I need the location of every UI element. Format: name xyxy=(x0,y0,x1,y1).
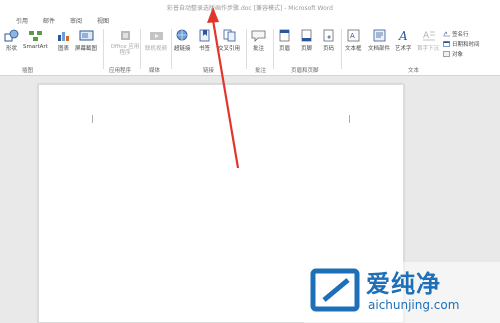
drop-cap-button[interactable]: A 首字下沉 xyxy=(417,29,439,52)
calendar-icon xyxy=(443,41,450,47)
cross-reference-button[interactable]: 交叉引用 xyxy=(218,29,240,52)
screenshot-label: 屏幕截图 xyxy=(75,46,98,52)
watermark-logo-icon xyxy=(310,268,360,312)
group-separator xyxy=(273,29,274,69)
tab-references[interactable]: 引用 xyxy=(16,16,28,25)
svg-text:A: A xyxy=(423,31,430,41)
cross-reference-label: 交叉引用 xyxy=(218,46,241,52)
footer-label: 页脚 xyxy=(300,46,312,52)
wordart-label: 艺术字 xyxy=(395,46,412,52)
screenshot-button[interactable]: 屏幕截图 xyxy=(75,29,97,52)
textbox-icon: A xyxy=(347,29,360,42)
group-separator xyxy=(246,29,247,69)
document-parts-button[interactable]: 文档部件 xyxy=(368,29,390,52)
group-separator xyxy=(140,29,141,69)
document-parts-label: 文档部件 xyxy=(368,46,391,52)
office-apps-icon xyxy=(120,31,130,40)
header-label: 页眉 xyxy=(278,46,290,52)
signature-line-button[interactable]: 签名行 xyxy=(443,30,469,38)
drop-cap-icon: A xyxy=(422,31,435,41)
date-time-button[interactable]: 日期和时间 xyxy=(443,40,480,48)
header-icon xyxy=(279,29,290,42)
shapes-label: 形状 xyxy=(5,46,17,52)
hyperlink-label: 超链接 xyxy=(174,46,191,52)
group-label-illustrations: 插图 xyxy=(22,68,34,74)
object-label: 对象 xyxy=(452,52,464,58)
footer-icon xyxy=(301,29,312,42)
screenshot-icon xyxy=(79,30,93,41)
textbox-button[interactable]: A 文本框 xyxy=(345,29,362,52)
tab-mailings[interactable]: 邮件 xyxy=(43,16,55,25)
page-number-label: 页码 xyxy=(322,46,334,52)
chart-button[interactable]: 图表 xyxy=(56,29,71,52)
signature-line-label: 签名行 xyxy=(452,32,469,38)
online-video-icon xyxy=(149,32,163,40)
group-separator xyxy=(103,29,104,69)
object-icon xyxy=(443,51,450,57)
cross-reference-icon xyxy=(223,29,235,42)
smartart-button[interactable]: SmartArt xyxy=(23,29,48,50)
online-video-label: 联机视频 xyxy=(145,46,168,52)
bookmark-button[interactable]: 书签 xyxy=(197,29,212,52)
chart-label: 图表 xyxy=(57,46,69,52)
date-time-label: 日期和时间 xyxy=(452,42,480,48)
smartart-icon xyxy=(28,31,42,41)
group-separator xyxy=(341,29,342,69)
signature-line-icon xyxy=(443,31,450,37)
tab-view[interactable]: 视图 xyxy=(97,16,109,25)
watermark-url: aichunjing.com xyxy=(368,298,460,312)
title-bar: 彩普自动整录选版画作步骤.doc [兼容模式] - Microsoft Word xyxy=(0,0,500,14)
header-button[interactable]: 页眉 xyxy=(277,29,292,52)
office-apps-button[interactable]: Office 应用程序 xyxy=(110,29,140,56)
wordart-icon: A xyxy=(398,29,408,42)
svg-text:A: A xyxy=(350,32,355,40)
group-label-links: 链接 xyxy=(203,68,215,74)
group-label-media: 媒体 xyxy=(149,68,161,74)
ribbon: 形状 SmartArt 图表 屏幕截图 插图 Office 应用程序 应用程序 … xyxy=(0,26,500,76)
shapes-button[interactable]: 形状 xyxy=(4,29,19,52)
hyperlink-icon xyxy=(176,29,188,41)
margin-corner-top-left xyxy=(92,115,93,123)
textbox-label: 文本框 xyxy=(345,46,362,52)
shapes-icon xyxy=(4,29,19,42)
watermark: 爱纯净 aichunjing.com xyxy=(304,262,500,323)
smartart-label: SmartArt xyxy=(23,44,48,50)
group-separator xyxy=(171,29,172,69)
wordart-button[interactable]: A 艺术字 xyxy=(395,29,412,52)
page-number-button[interactable]: # 页码 xyxy=(321,29,336,52)
group-label-apps: 应用程序 xyxy=(109,68,132,74)
group-label-header-footer: 页眉和页脚 xyxy=(291,68,319,74)
bookmark-label: 书签 xyxy=(198,46,210,52)
document-parts-icon xyxy=(373,29,385,42)
page-number-icon: # xyxy=(323,29,334,42)
svg-text:#: # xyxy=(327,35,331,41)
online-video-button[interactable]: 联机视频 xyxy=(145,29,167,52)
watermark-brand: 爱纯净 xyxy=(366,270,441,298)
group-label-text: 文本 xyxy=(408,68,420,74)
office-apps-label: Office 应用程序 xyxy=(110,44,140,56)
hyperlink-button[interactable]: 超链接 xyxy=(174,29,191,52)
comment-label: 批注 xyxy=(252,46,264,52)
tab-review[interactable]: 审阅 xyxy=(70,16,82,25)
svg-text:A: A xyxy=(398,29,408,42)
comment-icon xyxy=(251,30,266,42)
object-button[interactable]: 对象 xyxy=(443,50,463,58)
group-label-comments: 批注 xyxy=(255,68,267,74)
drop-cap-label: 首字下沉 xyxy=(417,46,440,52)
chart-icon xyxy=(58,32,69,41)
footer-button[interactable]: 页脚 xyxy=(299,29,314,52)
window-title: 彩普自动整录选版画作步骤.doc [兼容模式] - Microsoft Word xyxy=(167,5,333,12)
comment-button[interactable]: 批注 xyxy=(251,29,266,52)
ribbon-tabs: 引用 邮件 审阅 视图 xyxy=(0,14,500,26)
bookmark-icon xyxy=(199,29,210,42)
margin-corner-top-right xyxy=(349,115,350,123)
